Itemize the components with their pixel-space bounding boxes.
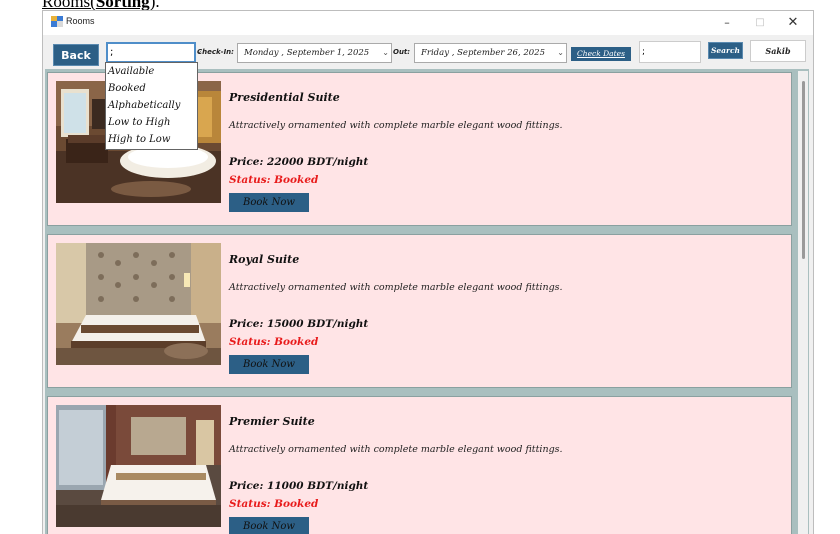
app-icon bbox=[51, 16, 63, 27]
room-photo bbox=[56, 405, 221, 527]
room-name: Royal Suite bbox=[229, 253, 300, 266]
sort-option-high-to-low[interactable]: High to Low bbox=[106, 131, 197, 148]
close-button[interactable]: ✕ bbox=[782, 14, 804, 32]
search-button[interactable]: Search bbox=[708, 42, 743, 59]
chevron-down-icon: ⌄ bbox=[557, 48, 564, 57]
room-status: Status: Booked bbox=[229, 336, 319, 348]
chevron-down-icon: ⌄ bbox=[382, 48, 389, 57]
room-card: Premier Suite Attractively ornamented wi… bbox=[47, 396, 792, 534]
sort-option-low-to-high[interactable]: Low to High bbox=[106, 114, 197, 131]
vertical-scrollbar[interactable] bbox=[798, 71, 808, 534]
check-out-label: Out: bbox=[393, 48, 411, 56]
scrollbar-thumb[interactable] bbox=[802, 81, 805, 259]
maximize-button[interactable]: □ bbox=[749, 14, 771, 32]
room-price: Price: 11000 BDT/night bbox=[229, 480, 369, 492]
sort-option-available[interactable]: Available bbox=[106, 63, 197, 80]
room-description: Attractively ornamented with complete ma… bbox=[229, 282, 563, 293]
room-photo bbox=[56, 243, 221, 365]
minimize-button[interactable]: – bbox=[716, 14, 738, 32]
book-now-button[interactable]: Book Now bbox=[229, 517, 309, 534]
window-title: Rooms bbox=[66, 16, 95, 26]
room-card: Royal Suite Attractively ornamented with… bbox=[47, 234, 792, 388]
check-dates-button[interactable]: Check Dates bbox=[571, 47, 631, 61]
sort-combobox[interactable]: ; bbox=[106, 42, 196, 63]
room-status: Status: Booked bbox=[229, 174, 319, 186]
room-description: Attractively ornamented with complete ma… bbox=[229, 120, 563, 131]
check-in-label: Check-In: bbox=[197, 48, 234, 56]
room-status: Status: Booked bbox=[229, 498, 319, 510]
title-bar: Rooms – □ ✕ bbox=[43, 11, 813, 35]
check-out-date-value: Friday , September 26, 2025 bbox=[421, 48, 545, 58]
check-out-date-picker[interactable]: Friday , September 26, 2025 ⌄ bbox=[414, 43, 567, 63]
book-now-button[interactable]: Book Now bbox=[229, 193, 309, 212]
room-price: Price: 22000 BDT/night bbox=[229, 156, 369, 168]
check-in-date-picker[interactable]: Monday , September 1, 2025 ⌄ bbox=[237, 43, 392, 63]
room-price: Price: 15000 BDT/night bbox=[229, 318, 369, 330]
search-input[interactable]: ; bbox=[639, 41, 701, 63]
sort-option-alphabetically[interactable]: Alphabetically bbox=[106, 97, 197, 114]
sort-option-booked[interactable]: Booked bbox=[106, 80, 197, 97]
user-button[interactable]: Sakib bbox=[750, 40, 806, 62]
room-name: Presidential Suite bbox=[229, 91, 340, 104]
sort-dropdown-list: Available Booked Alphabetically Low to H… bbox=[105, 62, 198, 150]
room-name: Premier Suite bbox=[229, 415, 315, 428]
check-in-date-value: Monday , September 1, 2025 bbox=[244, 48, 370, 58]
book-now-button[interactable]: Book Now bbox=[229, 355, 309, 374]
back-button[interactable]: Back bbox=[53, 44, 99, 66]
room-description: Attractively ornamented with complete ma… bbox=[229, 444, 563, 455]
